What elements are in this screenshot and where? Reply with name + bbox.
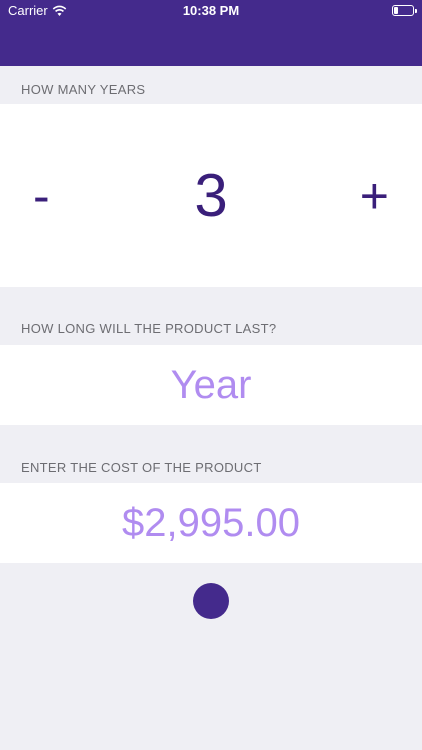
lifespan-section-label: HOW LONG WILL THE PRODUCT LAST?	[21, 321, 277, 336]
lifespan-picker[interactable]: Year	[0, 345, 422, 425]
cost-section-label: ENTER THE COST OF THE PRODUCT	[21, 460, 262, 475]
increment-button[interactable]: +	[360, 171, 389, 221]
navigation-bar: Carrier 10:38 PM	[0, 0, 422, 66]
years-stepper-card: - 3 +	[0, 104, 422, 287]
battery-fill	[394, 7, 398, 14]
years-section-label: HOW MANY YEARS	[21, 82, 146, 97]
status-time: 10:38 PM	[182, 3, 240, 18]
battery-icon	[392, 5, 417, 16]
lifespan-value: Year	[170, 363, 252, 407]
years-value: 3	[194, 161, 228, 229]
status-bar: Carrier 10:38 PM	[0, 0, 422, 22]
calculate-button[interactable]	[193, 583, 229, 619]
cost-value: $2,995.00	[122, 501, 300, 545]
cost-input-field[interactable]: $2,995.00	[0, 483, 422, 563]
battery-tip	[415, 8, 417, 13]
